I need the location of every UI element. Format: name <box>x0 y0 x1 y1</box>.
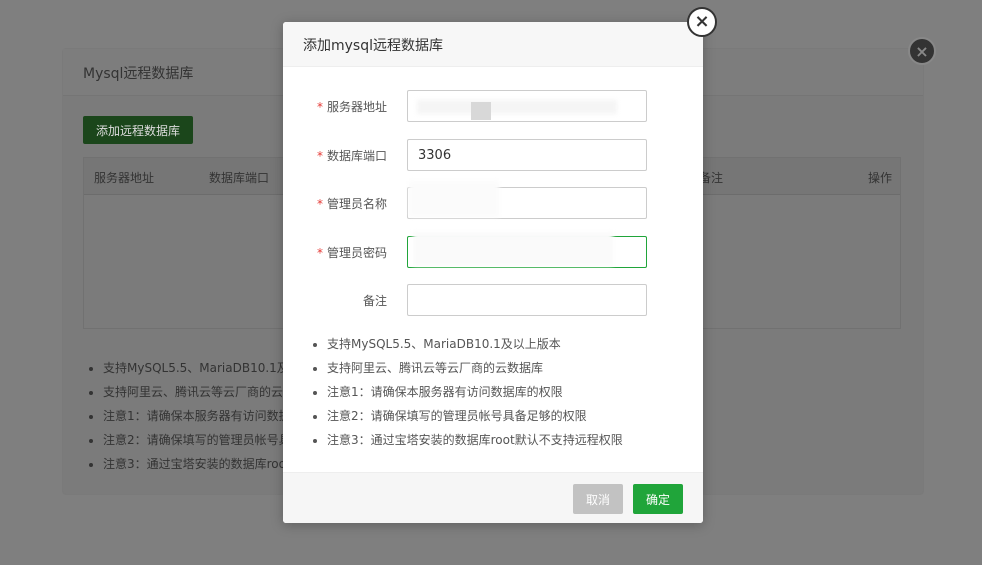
add-mysql-remote-db-dialog: 添加mysql远程数据库 × *服务器地址 *数据库端口 *管理员名称 *管理员… <box>283 7 717 523</box>
cancel-button[interactable]: 取消 <box>573 484 623 514</box>
db-port-row: * 数据库端口 <box>283 139 703 171</box>
redaction-mask <box>413 232 613 266</box>
label-text: 服务器地址 <box>326 100 387 114</box>
admin-username-row: * 管理员名称 <box>283 181 703 219</box>
col-db-port: 数据库端口 <box>209 171 270 185</box>
dialog-header: 添加mysql远程数据库 <box>283 22 703 67</box>
background-panel-title: Mysql远程数据库 <box>83 66 194 82</box>
confirm-button[interactable]: 确定 <box>633 484 683 514</box>
dialog-tips: 支持MySQL5.5、MariaDB10.1及以上版本 支持阿里云、腾讯云等云厂… <box>313 332 623 452</box>
dialog-footer: 取消 确定 <box>283 472 703 523</box>
redaction-block <box>471 102 491 120</box>
note-input[interactable] <box>407 284 647 316</box>
list-item: 支持阿里云、腾讯云等云厂商的云数据库 <box>327 356 623 380</box>
required-mark: * <box>316 149 323 163</box>
redaction-mask <box>409 181 499 217</box>
server-address-row: * 服务器地址 <box>283 90 703 122</box>
redaction-mask <box>417 100 617 114</box>
server-address-label: * 服务器地址 <box>317 98 387 115</box>
list-item: 注意2：请确保填写的管理员帐号具 <box>103 428 301 452</box>
required-mark: * <box>316 246 323 260</box>
admin-password-row: * 管理员密码 <box>283 232 703 268</box>
label-text: 数据库端口 <box>326 149 387 163</box>
note-row: 备注 <box>283 284 703 316</box>
list-item: 支持MySQL5.5、MariaDB10.1及以 <box>103 356 301 380</box>
db-port-input[interactable] <box>407 139 647 171</box>
background-close-icon[interactable]: × <box>908 37 936 65</box>
list-item: 注意1：请确保本服务器有访问数据库的权限 <box>327 380 623 404</box>
add-remote-db-button[interactable]: 添加远程数据库 <box>83 116 193 144</box>
list-item: 注意2：请确保填写的管理员帐号具备足够的权限 <box>327 404 623 428</box>
dialog-close-icon[interactable]: × <box>687 7 717 37</box>
list-item: 支持MySQL5.5、MariaDB10.1及以上版本 <box>327 332 623 356</box>
list-item: 注意3：通过宝塔安装的数据库root默认不支持远程权限 <box>327 428 623 452</box>
list-item: 注意3：通过宝塔安装的数据库roo <box>103 452 301 476</box>
label-text: 管理员名称 <box>326 197 387 211</box>
list-item: 注意1：请确保本服务器有访问数据 <box>103 404 301 428</box>
list-item: 支持阿里云、腾讯云等云厂商的云 <box>103 380 301 404</box>
background-tips: 支持MySQL5.5、MariaDB10.1及以 支持阿里云、腾讯云等云厂商的云… <box>89 356 301 476</box>
admin-password-label: * 管理员密码 <box>317 244 387 261</box>
col-actions: 操作 <box>867 171 892 185</box>
required-mark: * <box>316 197 323 211</box>
admin-username-label: * 管理员名称 <box>317 195 387 212</box>
label-text: 管理员密码 <box>326 246 387 260</box>
col-server-address: 服务器地址 <box>94 171 155 185</box>
dialog-title: 添加mysql远程数据库 <box>303 38 443 54</box>
note-label: 备注 <box>362 294 387 308</box>
required-mark: * <box>316 100 323 114</box>
db-port-label: * 数据库端口 <box>317 147 387 164</box>
